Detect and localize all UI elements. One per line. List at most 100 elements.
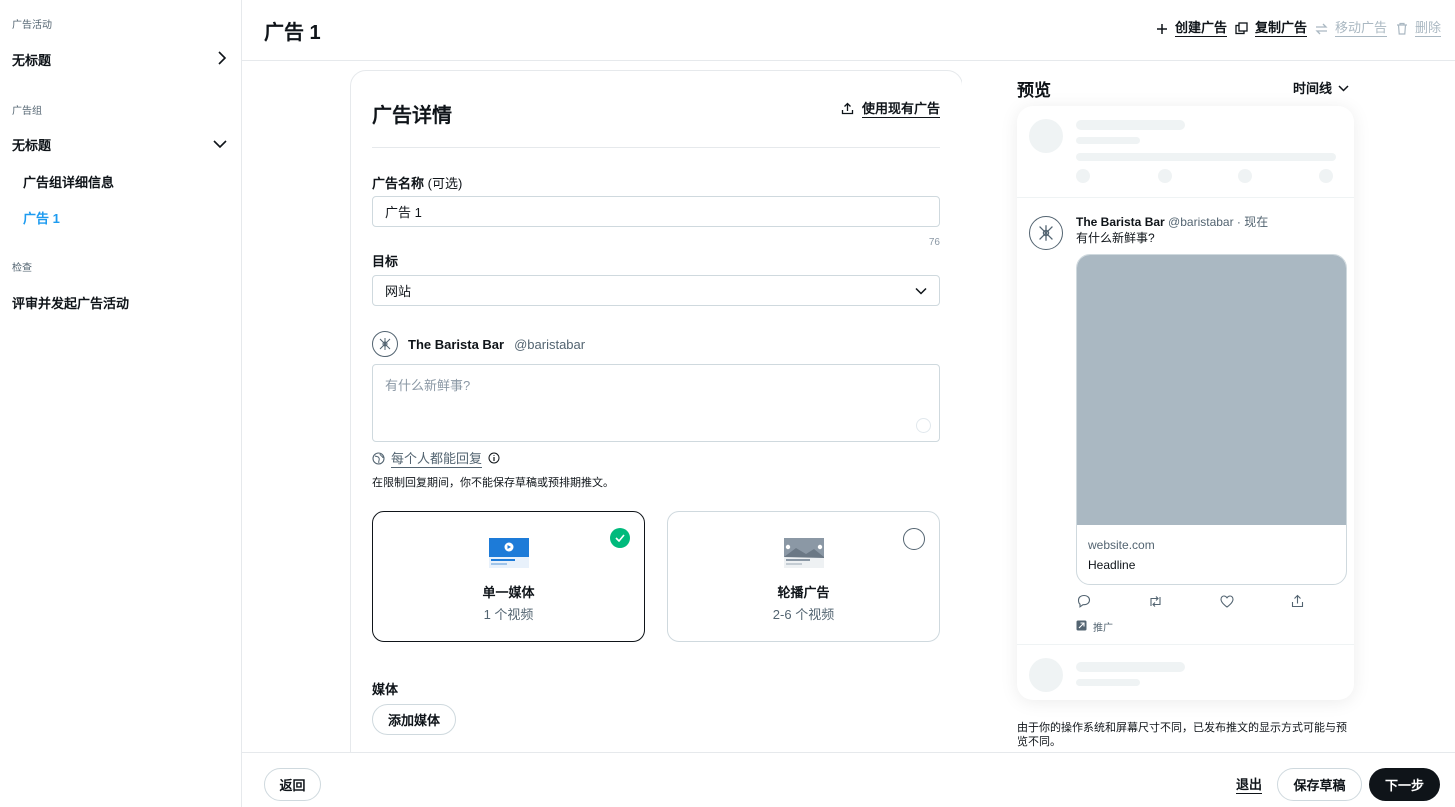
chevron-down-icon [915, 283, 927, 298]
skeleton-avatar [1029, 658, 1063, 692]
section-review: 检查 [12, 263, 32, 274]
skeleton-avatar [1029, 119, 1063, 153]
check-icon [610, 528, 630, 548]
create-ad-button[interactable]: 创建广告 [1155, 20, 1227, 37]
char-progress-circle [916, 418, 931, 433]
card-title: 广告详情 [372, 105, 452, 127]
back-button[interactable]: 返回 [264, 768, 321, 801]
ad-name-optional: (可选) [427, 176, 463, 191]
tweet-text-input[interactable]: 有什么新鲜事? [372, 364, 940, 442]
carousel-title: 轮播广告 [777, 585, 830, 600]
tweet-header: The Barista Bar @baristabar · 现在 [1076, 213, 1268, 230]
tweet-placeholder: 有什么新鲜事? [385, 378, 471, 393]
page-header: 广告 1 创建广告 复制广告 移动广告 删除 [242, 0, 1455, 61]
page-title: 广告 1 [264, 22, 321, 44]
divider [372, 147, 940, 148]
info-icon[interactable] [488, 452, 500, 467]
exit-link[interactable]: 退出 [1236, 777, 1263, 794]
reply-setting-label: 每个人都能回复 [391, 451, 483, 468]
delete-button[interactable]: 删除 [1395, 20, 1441, 37]
globe-icon [372, 451, 385, 468]
tweet-author-handle: @baristabar · 现在 [1168, 215, 1269, 229]
media-placeholder [1077, 255, 1346, 525]
account-name: The Barista Bar [408, 336, 505, 352]
radio-button[interactable] [903, 528, 925, 550]
goal-select[interactable]: 网站 [372, 275, 940, 306]
sidebar-item-label: 无标题 [12, 52, 52, 68]
tweet-preview: The Barista Bar @baristabar · 现在 有什么新鲜事?… [1017, 106, 1354, 700]
placement-value: 时间线 [1293, 81, 1333, 96]
skeleton-dot [1076, 169, 1090, 183]
use-existing-ad-button[interactable]: 使用现有广告 [841, 101, 940, 118]
copy-icon [1235, 22, 1249, 36]
barista-logo-icon [379, 338, 391, 350]
sidebar-item-campaign[interactable]: 无标题 [12, 47, 227, 71]
skeleton-dot [1238, 169, 1252, 183]
main-content[interactable]: 广告详情 使用现有广告 广告名称 (可选) 广告 1 76 目标 网站 The … [242, 61, 962, 752]
skeleton-line [1076, 137, 1140, 144]
carousel-subtitle: 2-6 个视频 [772, 607, 835, 622]
reply-icon[interactable] [1076, 593, 1092, 609]
goal-value: 网站 [385, 284, 412, 299]
ad-details-card: 广告详情 使用现有广告 广告名称 (可选) 广告 1 76 目标 网站 The … [350, 70, 962, 752]
ad-name-label: 广告名称 (可选) [372, 173, 462, 192]
swap-arrows-icon [1315, 22, 1329, 36]
placement-select[interactable]: 时间线 [1293, 78, 1349, 97]
sidebar: 广告活动 无标题 广告组 无标题 广告组详细信息 广告 1 检查 评审并发起广告… [0, 0, 242, 807]
divider [1017, 197, 1354, 198]
skeleton-dot [1319, 169, 1333, 183]
preview-title: 预览 [1017, 81, 1051, 100]
save-draft-button[interactable]: 保存草稿 [1277, 768, 1362, 801]
like-icon[interactable] [1219, 593, 1235, 609]
sidebar-item-ad-1[interactable]: 广告 1 [23, 208, 60, 227]
sidebar-item-review[interactable]: 评审并发起广告活动 [12, 290, 227, 314]
ad-name-input[interactable]: 广告 1 [372, 196, 940, 227]
skeleton-dot [1158, 169, 1172, 183]
plus-icon [1155, 22, 1169, 36]
sidebar-item-adgroup[interactable]: 无标题 [12, 132, 227, 156]
carousel-option[interactable]: 轮播广告 2-6 个视频 [667, 511, 940, 642]
retweet-icon[interactable] [1147, 593, 1163, 609]
media-label: 媒体 [372, 682, 399, 697]
tweet-text: 有什么新鲜事? [1076, 231, 1155, 245]
avatar [1029, 216, 1063, 250]
move-ad-label: 移动广告 [1334, 20, 1387, 37]
sidebar-item-label: 无标题 [12, 137, 52, 153]
sidebar-item-adgroup-details[interactable]: 广告组详细信息 [23, 172, 114, 191]
next-button[interactable]: 下一步 [1369, 768, 1440, 801]
website-card: website.com Headline [1076, 254, 1347, 585]
card-headline: Headline [1088, 558, 1136, 572]
tweet-actions [1076, 593, 1306, 609]
single-media-subtitle: 1 个视频 [483, 607, 534, 622]
goal-label: 目标 [372, 254, 399, 269]
single-media-title: 单一媒体 [482, 585, 535, 600]
skeleton-line [1076, 662, 1185, 672]
promoted-icon [1076, 620, 1087, 634]
single-media-option[interactable]: 单一媒体 1 个视频 [372, 511, 645, 642]
copy-ad-label: 复制广告 [1254, 20, 1307, 37]
single-media-icon [488, 538, 529, 568]
create-ad-label: 创建广告 [1174, 20, 1227, 37]
app: 广告活动 无标题 广告组 无标题 广告组详细信息 广告 1 检查 评审并发起广告… [0, 0, 1455, 807]
share-icon[interactable] [1290, 593, 1306, 609]
use-existing-label: 使用现有广告 [861, 101, 940, 118]
tweet-author-name: The Barista Bar [1076, 215, 1165, 229]
copy-ad-button[interactable]: 复制广告 [1235, 20, 1307, 37]
section-campaign: 广告活动 [12, 20, 52, 31]
add-media-button[interactable]: 添加媒体 [372, 704, 457, 735]
move-ad-button[interactable]: 移动广告 [1315, 20, 1387, 37]
delete-label: 删除 [1414, 20, 1441, 37]
promoted-label: 推广 [1076, 619, 1113, 634]
barista-logo-icon [1039, 225, 1053, 241]
sidebar-item-label: 评审并发起广告活动 [12, 295, 130, 311]
reply-note: 在限制回复期间，你不能保存草稿或预排期推文。 [372, 477, 614, 489]
preview-note: 由于你的操作系统和屏幕尺寸不同，已发布推文的显示方式可能与预览不同。 [1017, 722, 1347, 748]
chevron-right-icon [217, 50, 227, 68]
carousel-icon [783, 538, 824, 568]
skeleton-line [1076, 120, 1185, 130]
ad-name-value: 广告 1 [385, 205, 422, 220]
account-row: The Barista Bar @baristabar [372, 331, 585, 357]
header-actions: 创建广告 复制广告 移动广告 删除 [1155, 20, 1441, 37]
reply-setting-button[interactable]: 每个人都能回复 [372, 451, 500, 468]
trash-icon [1395, 22, 1409, 36]
